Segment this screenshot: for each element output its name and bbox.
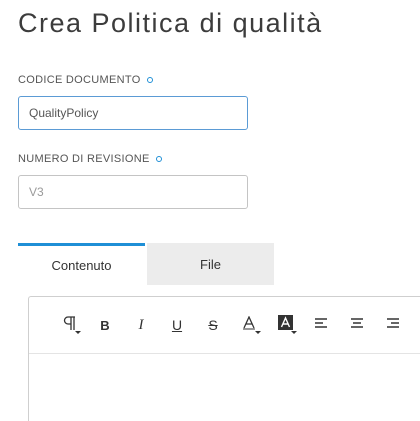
required-indicator-icon (155, 156, 162, 162)
rich-text-editor: B I U S (28, 296, 420, 421)
underline-button[interactable]: U (159, 310, 195, 340)
background-color-button[interactable] (267, 310, 303, 340)
chevron-down-icon (75, 331, 81, 334)
tab-contenuto-label: Contenuto (51, 258, 112, 273)
page-title: Crea Politica di qualità (18, 8, 323, 38)
bold-icon: B (100, 317, 110, 333)
editor-toolbar: B I U S (29, 297, 420, 354)
document-code-label-text: CODICE DOCUMENTO (18, 74, 141, 86)
italic-button[interactable]: I (123, 310, 159, 340)
tab-file[interactable]: File (147, 243, 274, 285)
tab-contenuto[interactable]: Contenuto (18, 243, 145, 285)
align-left-icon (314, 316, 328, 334)
paragraph-format-icon (62, 315, 76, 336)
align-center-button[interactable] (339, 310, 375, 340)
document-code-input[interactable] (18, 96, 248, 130)
required-indicator-icon (146, 77, 153, 83)
align-right-button[interactable] (375, 310, 411, 340)
font-color-button[interactable] (231, 310, 267, 340)
align-left-button[interactable] (303, 310, 339, 340)
strikethrough-button[interactable]: S (195, 310, 231, 340)
paragraph-format-button[interactable] (51, 310, 87, 340)
underline-icon: U (171, 317, 183, 333)
editor-content-area[interactable] (29, 354, 420, 421)
revision-number-input[interactable] (18, 175, 248, 209)
italic-icon: I (138, 316, 144, 333)
chevron-down-icon (255, 331, 261, 334)
align-right-icon (386, 316, 400, 334)
strikethrough-icon: S (208, 317, 218, 333)
content-tabs: Contenuto File (18, 243, 274, 285)
font-color-icon (242, 314, 256, 335)
revision-number-label: NUMERO DI REVISIONE (18, 153, 162, 165)
align-center-icon (350, 316, 364, 334)
bold-button[interactable]: B (87, 310, 123, 340)
revision-number-label-text: NUMERO DI REVISIONE (18, 153, 150, 165)
chevron-down-icon (291, 331, 297, 334)
tab-file-label: File (200, 256, 221, 272)
document-code-label: CODICE DOCUMENTO (18, 74, 153, 86)
